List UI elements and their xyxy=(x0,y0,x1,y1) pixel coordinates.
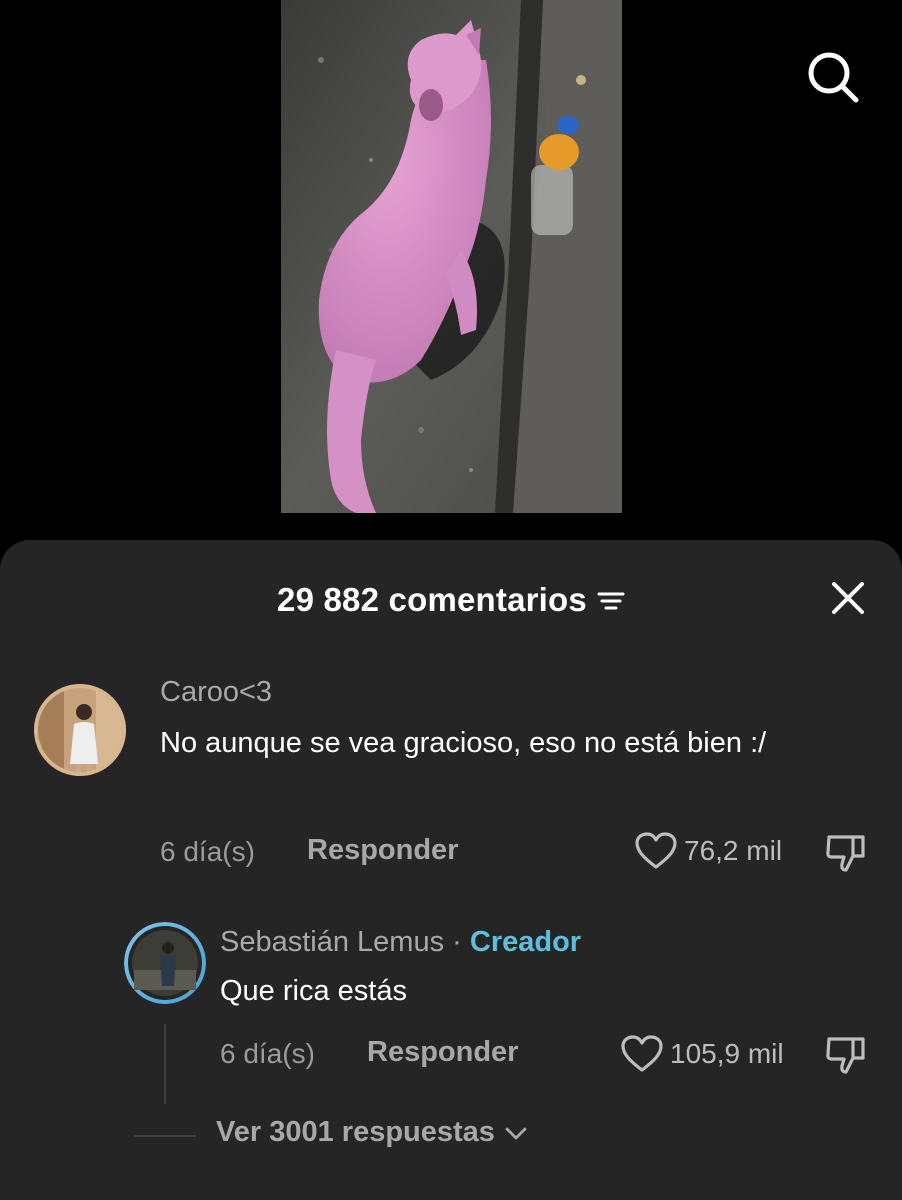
filter-icon[interactable] xyxy=(597,588,625,612)
pink-cat-image xyxy=(281,0,622,513)
thumbs-down-icon xyxy=(826,1037,865,1074)
reply-like-button[interactable]: 105,9 mil xyxy=(620,1034,784,1074)
close-icon xyxy=(832,582,864,614)
chevron-down-icon xyxy=(505,1127,527,1139)
heart-icon xyxy=(635,832,677,869)
comments-sheet: 29 882 comentarios Caroo<3 No aunque se … xyxy=(0,540,902,1200)
thumbs-down-icon xyxy=(826,835,865,872)
creator-badge: Creador xyxy=(469,926,582,958)
reply-button[interactable]: Responder xyxy=(307,834,458,867)
reply-dislike-button[interactable] xyxy=(824,1034,868,1076)
heart-icon xyxy=(621,1035,663,1072)
thread-line xyxy=(164,1024,166,1104)
reply-time: 6 día(s) xyxy=(220,1038,315,1069)
reply-reply-button[interactable]: Responder xyxy=(367,1036,518,1069)
view-replies-divider xyxy=(134,1135,196,1137)
reply-like-count: 105,9 mil xyxy=(670,1038,784,1069)
reply-text: Que rica estás xyxy=(220,975,407,1007)
comment-count: 29 882 comentarios xyxy=(277,581,587,618)
comment-time: 6 día(s) xyxy=(160,836,255,867)
close-button[interactable] xyxy=(826,576,870,620)
view-replies-label: Ver 3001 respuestas xyxy=(216,1116,495,1148)
comment-text: No aunque se vea gracioso, eso no está b… xyxy=(160,727,767,759)
view-replies-button[interactable]: Ver 3001 respuestas xyxy=(216,1116,529,1149)
reply-username-line: Sebastián Lemus · Creador xyxy=(220,926,581,959)
video-thumbnail-pink-cat[interactable] xyxy=(281,0,622,513)
search-icon xyxy=(808,52,859,103)
like-button[interactable]: 76,2 mil xyxy=(634,831,782,871)
reply-username[interactable]: Sebastián Lemus xyxy=(220,926,444,958)
video-area xyxy=(0,0,902,540)
creator-avatar[interactable] xyxy=(124,922,206,1004)
avatar[interactable] xyxy=(34,684,126,776)
search-button[interactable] xyxy=(804,48,862,106)
username-separator: · xyxy=(452,926,462,958)
like-count: 76,2 mil xyxy=(684,835,783,866)
comment-username[interactable]: Caroo<3 xyxy=(160,676,272,709)
dislike-button[interactable] xyxy=(824,832,868,874)
comments-header: 29 882 comentarios xyxy=(0,576,902,624)
